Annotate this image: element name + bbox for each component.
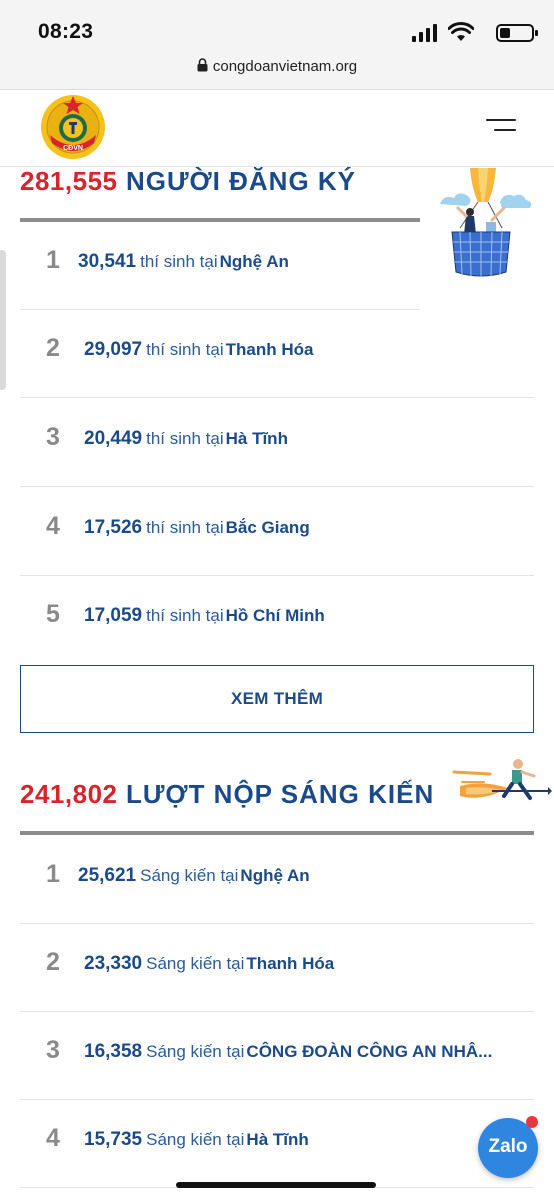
see-more-button[interactable]: XEM THÊM [20, 665, 534, 733]
initiatives-count: 241,802 [20, 779, 118, 809]
registrations-row-2: 2 29,097 thí sinh tại Thanh Hóa [20, 310, 534, 398]
initiative-count: 16,358 [84, 1041, 143, 1062]
notification-dot [526, 1116, 538, 1128]
initiatives-row-3: 3 16,358 Sáng kiến tại CÔNG ĐOÀN CÔNG AN N… [20, 1012, 534, 1100]
registrations-title: NGƯỜI ĐĂNG KÝ [125, 166, 357, 196]
registrations-heading: 281,555 NGƯỜI ĐĂNG KÝ [20, 166, 356, 197]
initiatives-row-2: 2 23,330 Sáng kiến tại Thanh Hóa [20, 924, 534, 1012]
registrations-row-4: 4 17,526 thí sinh tại Bắc Giang [20, 488, 534, 576]
runner-arrow-illustration [452, 759, 552, 800]
lock-icon [197, 58, 208, 72]
rank-number: 1 [46, 860, 60, 888]
row-connector-text: thí sinh tại [140, 252, 218, 271]
row-connector-text: thí sinh tại [146, 340, 224, 359]
url-text: congdoanvietnam.org [212, 58, 358, 75]
province-name: Hà Tĩnh [246, 1130, 309, 1149]
hot-air-balloon-illustration [440, 168, 532, 277]
status-time: 08:23 [38, 20, 94, 43]
rank-number: 2 [46, 334, 60, 362]
province-name: Bắc Giang [225, 518, 310, 537]
province-name: Hà Tĩnh [225, 429, 288, 448]
initiatives-row-4: 4 15,735 Sáng kiến tại Hà Tĩnh [20, 1100, 534, 1188]
rank-number: 4 [46, 1124, 60, 1152]
initiative-count: 25,621 [78, 865, 137, 886]
province-name: Thanh Hóa [225, 340, 314, 359]
rank-number: 1 [46, 246, 60, 274]
initiative-count: 23,330 [84, 953, 143, 974]
row-connector-text: thí sinh tại [146, 518, 224, 537]
rank-number: 4 [46, 512, 60, 540]
zalo-label: Zalo [488, 1136, 528, 1157]
row-connector-text: thí sinh tại [146, 606, 224, 625]
initiatives-row-1: 1 25,621 Sáng kiến tại Nghệ An [20, 836, 534, 924]
province-name: CÔNG ĐOÀN CÔNG AN NHÂ... [246, 1042, 493, 1061]
participant-count: 30,541 [78, 251, 137, 272]
participant-count: 29,097 [84, 339, 143, 360]
hamburger-menu-icon[interactable] [486, 119, 516, 135]
signal-icon [412, 24, 438, 42]
wifi-icon [448, 22, 474, 41]
registrations-row-3: 3 20,449 thí sinh tại Hà Tĩnh [20, 399, 534, 487]
browser-chrome: 08:23 congdoanvietnam.org [0, 0, 554, 90]
row-connector-text: Sáng kiến tại [146, 954, 245, 973]
row-connector-text: Sáng kiến tại [140, 866, 239, 885]
row-connector-text: Sáng kiến tại [146, 1130, 245, 1149]
province-name: Nghệ An [240, 866, 310, 885]
row-connector-text: thí sinh tại [146, 429, 224, 448]
province-name: Nghệ An [219, 252, 289, 271]
initiatives-title: LƯỢT NỘP SÁNG KIẾN [125, 779, 435, 809]
registrations-count: 281,555 [20, 166, 118, 196]
rank-number: 5 [46, 600, 60, 628]
initiatives-rule [20, 831, 534, 835]
rank-number: 3 [46, 423, 60, 451]
address-bar[interactable]: congdoanvietnam.org [0, 58, 554, 75]
initiative-count: 15,735 [84, 1129, 143, 1150]
province-name: Hồ Chí Minh [225, 606, 325, 625]
initiatives-heading: 241,802 LƯỢT NỘP SÁNG KIẾN [20, 779, 434, 810]
screen: 08:23 congdoanvietnam.org CĐVN 281,555 N… [0, 0, 554, 1200]
cdvn-logo[interactable]: CĐVN [38, 93, 108, 161]
zalo-chat-button[interactable]: Zalo [478, 1116, 538, 1178]
battery-icon [496, 24, 538, 42]
row-connector-text: Sáng kiến tại [146, 1042, 245, 1061]
participant-count: 20,449 [84, 428, 143, 449]
participant-count: 17,059 [84, 605, 143, 626]
rank-number: 3 [46, 1036, 60, 1064]
home-indicator[interactable] [176, 1182, 376, 1188]
registrations-row-5: 5 17,059 thí sinh tại Hồ Chí Minh [20, 576, 534, 664]
side-handle[interactable] [0, 250, 6, 390]
logo-text: CĐVN [63, 145, 83, 152]
registrations-row-1: 1 30,541 thí sinh tại Nghệ An [20, 222, 420, 310]
participant-count: 17,526 [84, 517, 143, 538]
site-header: CĐVN [0, 91, 554, 167]
rank-number: 2 [46, 948, 60, 976]
province-name: Thanh Hóa [246, 954, 335, 973]
